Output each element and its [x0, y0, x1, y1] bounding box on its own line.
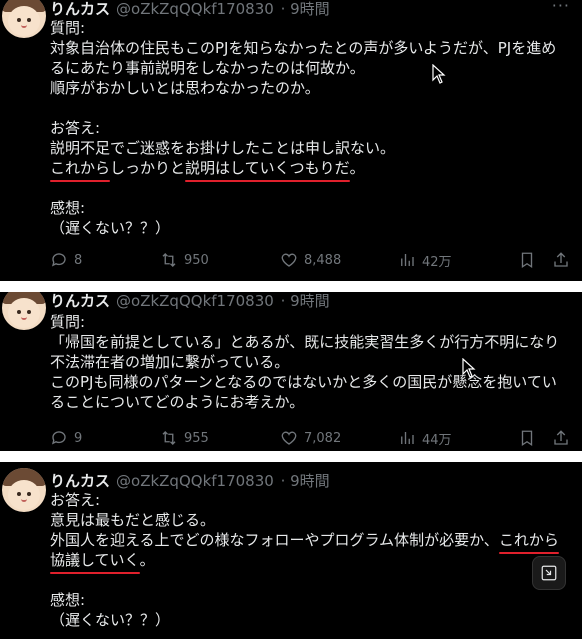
- reply-button[interactable]: 9: [50, 429, 160, 447]
- text-line: 対象自治体の住民もこのPJを知らなかったとの声が多いようだが、PJを進め: [50, 39, 557, 57]
- avatar[interactable]: [2, 0, 46, 38]
- text-line: るにあたり事前説明をしなかったのは何故か。: [50, 59, 365, 77]
- views-count: 42万: [422, 254, 452, 270]
- avatar[interactable]: [2, 468, 46, 512]
- repost-button[interactable]: 950: [160, 251, 280, 269]
- avatar[interactable]: [2, 292, 46, 330]
- text-line: 「帰国を前提としている」とあるが、既に技能実習生多くが行方不明になり: [50, 333, 560, 351]
- bookmark-icon[interactable]: [518, 251, 536, 269]
- text-line: 協議していく。: [50, 550, 572, 574]
- underlined-phrase: 説明はしていくつもりだ: [185, 159, 350, 182]
- user-handle[interactable]: @oZkZqQQkf170830: [116, 292, 274, 310]
- text-line: お答え:: [50, 119, 101, 137]
- tweet-1[interactable]: りんカス @oZkZqQQkf170830 · 9時間 ··· 質問: 対象自治体…: [0, 0, 582, 281]
- bookmark-icon[interactable]: [518, 429, 536, 447]
- text-line: 感想:: [50, 591, 86, 609]
- reply-button[interactable]: 8: [50, 251, 160, 269]
- reply-icon: [51, 431, 66, 445]
- repost-icon: [162, 253, 176, 267]
- text-line: このPJも同様のパターンとなるのではないかと多くの国民が懸念を抱いてい: [50, 373, 557, 391]
- tweet-header: りんカス @oZkZqQQkf170830 · 9時間: [50, 292, 330, 311]
- text-line: 感想:: [50, 199, 86, 217]
- like-button[interactable]: 8,488: [280, 251, 398, 269]
- text-line: （遅くない？？）: [50, 219, 171, 237]
- text-line: 不法滞在者の増加に繋がっている。: [50, 353, 290, 371]
- text-line: 説明不足でご迷惑をお掛けしたことは申し訳ない。: [50, 139, 396, 157]
- repost-button[interactable]: 955: [160, 429, 280, 447]
- text-line: 質問:: [50, 313, 86, 331]
- tweet-text: お答え: 意見は最もだと感じる。 外国人を迎える上でどの様なフォローやプログラム…: [50, 490, 572, 630]
- views-button[interactable]: 44万: [398, 429, 508, 448]
- expand-icon: [541, 565, 557, 581]
- text-line: 意見は最もだと感じる。: [50, 511, 216, 529]
- username[interactable]: りんカス: [50, 0, 110, 18]
- more-icon[interactable]: ···: [552, 0, 570, 15]
- repost-count: 955: [184, 430, 209, 446]
- reply-count: 9: [74, 430, 83, 446]
- timestamp[interactable]: · 9時間: [281, 292, 330, 310]
- text-segment: 。: [349, 159, 365, 177]
- username[interactable]: りんカス: [50, 292, 110, 310]
- text-segment: しっかりと: [110, 159, 186, 177]
- text-line: 外国人を迎える上でどの様なフォローやプログラム体制が必要か、これから: [50, 530, 572, 554]
- tweet-header: りんカス @oZkZqQQkf170830 · 9時間: [50, 0, 330, 19]
- underlined-phrase: これから: [50, 159, 111, 182]
- timestamp[interactable]: · 9時間: [281, 472, 330, 490]
- text-segment: 。: [139, 551, 155, 569]
- underlined-phrase: これから: [498, 531, 559, 554]
- text-line: お答え:: [50, 491, 101, 509]
- tweet-3[interactable]: りんカス @oZkZqQQkf170830 · 9時間 お答え: 意見は最もだと感…: [0, 462, 582, 639]
- like-count: 7,082: [304, 430, 342, 446]
- tweet-header: りんカス @oZkZqQQkf170830 · 9時間: [50, 470, 330, 491]
- text-segment: 外国人を迎える上でどの様なフォローやプログラム体制が必要か、: [50, 531, 499, 549]
- timestamp[interactable]: · 9時間: [281, 0, 330, 18]
- reply-icon: [51, 253, 66, 267]
- views-button[interactable]: 42万: [398, 251, 508, 270]
- action-bar: 8 950 8,488 42万: [50, 250, 570, 270]
- mouse-cursor-icon: [462, 358, 476, 378]
- like-button[interactable]: 7,082: [280, 429, 398, 447]
- tweet-2[interactable]: りんカス @oZkZqQQkf170830 · 9時間 質問: 「帰国を前提として…: [0, 292, 582, 451]
- user-handle[interactable]: @oZkZqQQkf170830: [116, 0, 274, 18]
- share-icon[interactable]: [552, 429, 570, 447]
- expand-button[interactable]: [532, 556, 566, 590]
- text-line: 順序がおかしいとは思わなかったのか。: [50, 79, 320, 97]
- text-line: （遅くない？？）: [50, 611, 171, 629]
- share-icon[interactable]: [552, 251, 570, 269]
- like-count: 8,488: [304, 252, 342, 268]
- action-bar: 9 955 7,082 44万: [50, 428, 570, 448]
- reply-count: 8: [74, 252, 83, 268]
- user-handle[interactable]: @oZkZqQQkf170830: [116, 472, 274, 490]
- mouse-cursor-icon: [432, 64, 446, 84]
- like-icon: [281, 253, 297, 267]
- views-count: 44万: [422, 432, 452, 448]
- tweet-text: 質問: 対象自治体の住民もこのPJを知らなかったとの声が多いようだが、PJを進め…: [50, 18, 572, 238]
- like-icon: [281, 431, 297, 445]
- text-line: ることについてどのようにお考えか。: [50, 393, 305, 411]
- views-icon: [401, 432, 414, 444]
- text-line: 質問:: [50, 19, 86, 37]
- username[interactable]: りんカス: [50, 472, 110, 490]
- underlined-phrase: 協議していく: [50, 551, 140, 574]
- repost-icon: [162, 431, 176, 445]
- repost-count: 950: [184, 252, 209, 268]
- views-icon: [401, 254, 414, 266]
- tweet-text: 質問: 「帰国を前提としている」とあるが、既に技能実習生多くが行方不明になり 不…: [50, 312, 572, 412]
- text-line: これからしっかりと説明はしていくつもりだ。: [50, 158, 572, 182]
